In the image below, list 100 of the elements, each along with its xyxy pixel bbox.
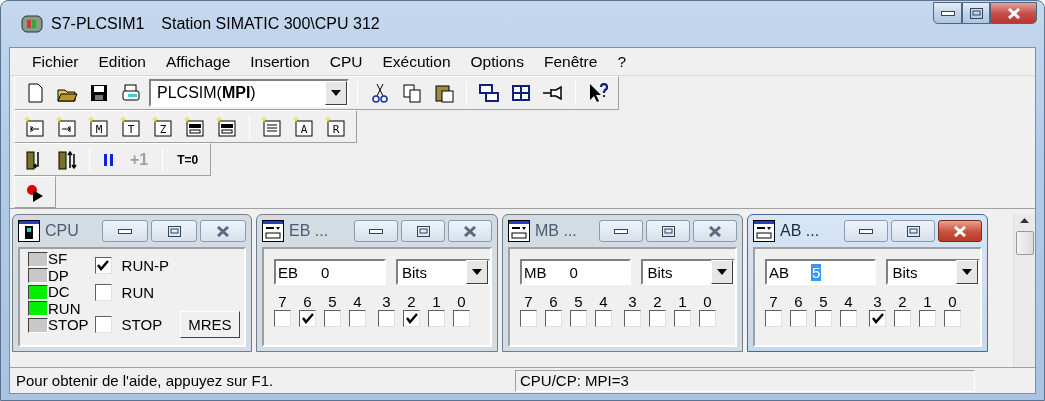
close-button[interactable] xyxy=(448,220,492,242)
checkbox[interactable] xyxy=(790,310,807,327)
maximize-icon xyxy=(969,7,983,19)
print-icon[interactable] xyxy=(120,82,142,104)
checkbox[interactable] xyxy=(649,310,666,327)
checkbox[interactable] xyxy=(699,310,716,327)
minimize-icon xyxy=(859,228,873,234)
connection-status: CPU/CP: MPI=3 xyxy=(515,369,975,392)
checkbox[interactable] xyxy=(94,316,112,333)
scissors-icon[interactable] xyxy=(369,82,391,104)
bit-number: 1 xyxy=(923,293,932,310)
insert-icon[interactable] xyxy=(215,114,239,139)
bit-number: 4 xyxy=(353,293,362,310)
format-dropdown[interactable]: Bits xyxy=(641,259,735,285)
menu-item[interactable]: Edition xyxy=(88,52,156,71)
reset-timers-button[interactable]: T=0 xyxy=(171,152,205,167)
checkbox[interactable] xyxy=(94,257,112,274)
tile-windows-icon[interactable] xyxy=(510,82,532,104)
checkbox[interactable] xyxy=(570,310,587,327)
checkbox[interactable] xyxy=(520,310,537,327)
cpu-icon xyxy=(18,220,40,242)
minimize-icon xyxy=(118,228,132,234)
menu-item[interactable]: Options xyxy=(460,52,534,71)
help-pointer-icon[interactable] xyxy=(587,82,609,104)
checkbox[interactable] xyxy=(94,284,112,301)
checkbox[interactable] xyxy=(545,310,562,327)
dropdown-arrow-icon xyxy=(962,269,972,275)
insert-icon[interactable] xyxy=(183,114,207,139)
format-dropdown[interactable]: Bits xyxy=(396,259,490,285)
window-icon xyxy=(262,220,284,242)
bit-number: 0 xyxy=(703,293,712,310)
minimize-icon xyxy=(614,228,628,234)
close-icon xyxy=(1006,7,1021,19)
connection-dropdown[interactable]: PLCSIM(MPI) xyxy=(149,79,349,107)
swap-cpu-icon[interactable] xyxy=(56,148,78,171)
close-button[interactable] xyxy=(938,220,982,242)
menu-item[interactable]: Fenêtre xyxy=(533,52,608,71)
checkbox[interactable] xyxy=(944,310,961,327)
checkbox[interactable] xyxy=(815,310,832,327)
checkbox[interactable] xyxy=(624,310,641,327)
bit-number: 2 xyxy=(898,293,907,310)
checkbox[interactable] xyxy=(840,310,857,327)
save-icon[interactable] xyxy=(88,82,110,104)
menu-item[interactable]: Insertion xyxy=(240,52,320,71)
menu-item[interactable]: CPU xyxy=(319,52,373,71)
scrollbar[interactable] xyxy=(1013,214,1035,367)
cascade-windows-icon[interactable] xyxy=(478,82,500,104)
minimize-button[interactable] xyxy=(102,220,148,242)
checkbox[interactable] xyxy=(403,310,420,327)
bit-number: 2 xyxy=(653,293,662,310)
checkbox[interactable] xyxy=(378,310,395,327)
pause-icon[interactable] xyxy=(103,151,115,168)
minimize-button[interactable] xyxy=(354,220,398,242)
checkbox[interactable] xyxy=(324,310,341,327)
bit-number: 2 xyxy=(407,293,416,310)
copy-icon[interactable] xyxy=(401,82,423,104)
maximize-button[interactable] xyxy=(962,2,990,24)
checkbox[interactable] xyxy=(428,310,445,327)
bit-number: 7 xyxy=(524,293,533,310)
checkbox[interactable] xyxy=(894,310,911,327)
mres-button[interactable]: MRES xyxy=(180,311,240,338)
window-title: AB ... xyxy=(780,222,820,240)
checkbox[interactable] xyxy=(299,310,316,327)
checkbox[interactable] xyxy=(919,310,936,327)
window-title: CPU xyxy=(45,222,79,240)
bit-number: 0 xyxy=(457,293,466,310)
bit-number: 7 xyxy=(769,293,778,310)
checkbox[interactable] xyxy=(869,310,886,327)
checkbox[interactable] xyxy=(349,310,366,327)
checkbox[interactable] xyxy=(453,310,470,327)
menu-item[interactable]: Fichier xyxy=(22,52,89,71)
paste-icon[interactable] xyxy=(433,82,455,104)
minimize-button[interactable] xyxy=(844,220,888,242)
led-label: DP xyxy=(48,268,69,283)
maximize-button[interactable] xyxy=(151,220,197,242)
address-field[interactable]: MB 0 xyxy=(520,259,632,285)
checkbox[interactable] xyxy=(595,310,612,327)
checkbox[interactable] xyxy=(274,310,291,327)
minimize-button[interactable] xyxy=(599,220,643,242)
bit-number: 5 xyxy=(819,293,828,310)
close-button[interactable] xyxy=(990,2,1037,24)
address-field[interactable]: EB 0 xyxy=(274,259,386,285)
menu-item[interactable]: Affichage xyxy=(155,52,241,71)
checkbox[interactable] xyxy=(765,310,782,327)
menu-item[interactable]: Exécution xyxy=(372,52,461,71)
format-dropdown[interactable]: Bits xyxy=(886,259,980,285)
minimize-icon xyxy=(369,228,383,234)
app-icon xyxy=(21,14,43,34)
led-label: DC xyxy=(48,285,70,300)
maximize-button[interactable] xyxy=(891,220,935,242)
maximize-button[interactable] xyxy=(646,220,690,242)
menu-item[interactable]: ? xyxy=(607,52,636,71)
address-field[interactable]: AB 5 xyxy=(765,259,877,285)
minimize-button[interactable] xyxy=(933,2,962,24)
scrollbar-thumb[interactable] xyxy=(1015,231,1034,255)
close-button[interactable] xyxy=(693,220,737,242)
maximize-button[interactable] xyxy=(401,220,445,242)
close-button[interactable] xyxy=(200,220,246,242)
checkbox[interactable] xyxy=(674,310,691,327)
document-title: Station SIMATIC 300\CPU 312 xyxy=(160,15,380,33)
